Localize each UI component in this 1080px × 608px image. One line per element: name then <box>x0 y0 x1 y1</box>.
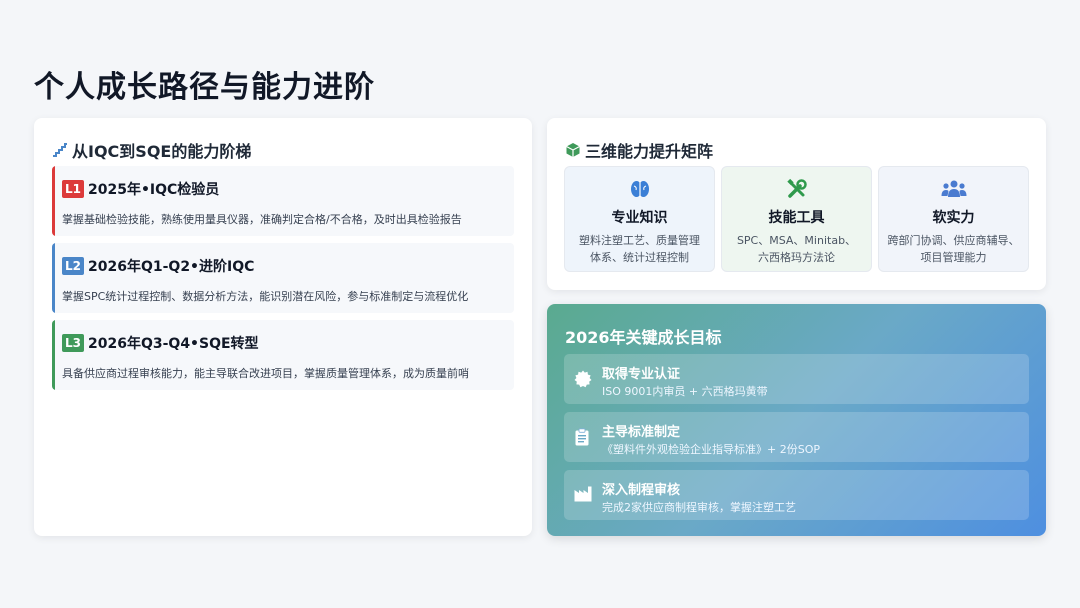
level-item-l2: L2 2026年Q1-Q2•进阶IQC 掌握SPC统计过程控制、数据分析方法，能… <box>52 243 514 313</box>
goal-title: 深入制程审核 <box>602 483 681 498</box>
ability-matrix-heading: 三维能力提升矩阵 <box>565 138 713 162</box>
ability-ladder-heading: 从IQC到SQE的能力阶梯 <box>52 138 251 162</box>
growth-goals-card: 2026年关键成长目标 取得专业认证 ISO 9001内审员 + 六西格玛黄带 … <box>547 304 1046 536</box>
level-accent-bar <box>52 243 55 313</box>
level-title: 2026年Q3-Q4•SQE转型 <box>88 336 259 352</box>
goal-desc: ISO 9001内审员 + 六西格玛黄带 <box>602 385 768 398</box>
level-accent-bar <box>52 320 55 390</box>
matrix-cell-title: 专业知识 <box>611 210 668 226</box>
cube-icon <box>566 143 580 157</box>
goal-desc: 《塑料件外观检验企业指导标准》+ 2份SOP <box>602 443 820 456</box>
level-badge: L3 <box>62 334 84 352</box>
ability-matrix-card: 三维能力提升矩阵 专业知识 塑料注塑工艺、质量管理 体系、统计过程控制 技能工具… <box>547 118 1046 290</box>
factory-icon <box>574 486 592 506</box>
certificate-icon <box>574 370 592 392</box>
goal-title: 取得专业认证 <box>602 367 681 382</box>
goal-item-standards: 主导标准制定 《塑料件外观检验企业指导标准》+ 2份SOP <box>564 412 1029 462</box>
level-desc: 掌握SPC统计过程控制、数据分析方法，能识别潜在风险，参与标准制定与流程优化 <box>62 290 469 303</box>
matrix-cell-title: 软实力 <box>932 210 975 226</box>
matrix-cell-soft-skills: 软实力 跨部门协调、供应商辅导、 项目管理能力 <box>878 166 1029 272</box>
matrix-cell-skills: 技能工具 SPC、MSA、Minitab、 六西格玛方法论 <box>721 166 872 272</box>
matrix-cell-knowledge: 专业知识 塑料注塑工艺、质量管理 体系、统计过程控制 <box>564 166 715 272</box>
level-badge: L1 <box>62 180 84 198</box>
goal-item-process-audit: 深入制程审核 完成2家供应商制程审核，掌握注塑工艺 <box>564 470 1029 520</box>
matrix-cell-desc: 塑料注塑工艺、质量管理 体系、统计过程控制 <box>579 234 700 264</box>
matrix-cell-desc: 跨部门协调、供应商辅导、 项目管理能力 <box>887 234 1020 264</box>
ability-ladder-card: 从IQC到SQE的能力阶梯 L1 2025年•IQC检验员 掌握基础检验技能，熟… <box>34 118 532 536</box>
goal-item-certification: 取得专业认证 ISO 9001内审员 + 六西格玛黄带 <box>564 354 1029 404</box>
level-desc: 掌握基础检验技能，熟练使用量具仪器，准确判定合格/不合格，及时出具检验报告 <box>62 213 462 226</box>
level-item-l3: L3 2026年Q3-Q4•SQE转型 具备供应商过程审核能力，能主导联合改进项… <box>52 320 514 390</box>
level-title: 2026年Q1-Q2•进阶IQC <box>88 259 255 275</box>
brain-icon <box>629 178 651 200</box>
goal-title: 主导标准制定 <box>602 425 681 440</box>
level-desc: 具备供应商过程审核能力，能主导联合改进项目，掌握质量管理体系，成为质量前哨 <box>62 367 469 380</box>
level-badge: L2 <box>62 257 84 275</box>
level-accent-bar <box>52 166 55 236</box>
growth-goals-heading: 2026年关键成长目标 <box>565 328 722 347</box>
clipboard-icon <box>574 428 590 450</box>
matrix-cell-desc: SPC、MSA、Minitab、 六西格玛方法论 <box>736 234 857 264</box>
goal-desc: 完成2家供应商制程审核，掌握注塑工艺 <box>602 501 796 514</box>
tools-icon <box>786 178 808 200</box>
users-icon <box>941 178 967 200</box>
level-item-l1: L1 2025年•IQC检验员 掌握基础检验技能，熟练使用量具仪器，准确判定合格… <box>52 166 514 236</box>
matrix-cell-title: 技能工具 <box>768 210 825 226</box>
level-title: 2025年•IQC检验员 <box>88 182 220 198</box>
page-title: 个人成长路径与能力进阶 <box>34 70 375 105</box>
stairs-icon <box>53 143 67 157</box>
